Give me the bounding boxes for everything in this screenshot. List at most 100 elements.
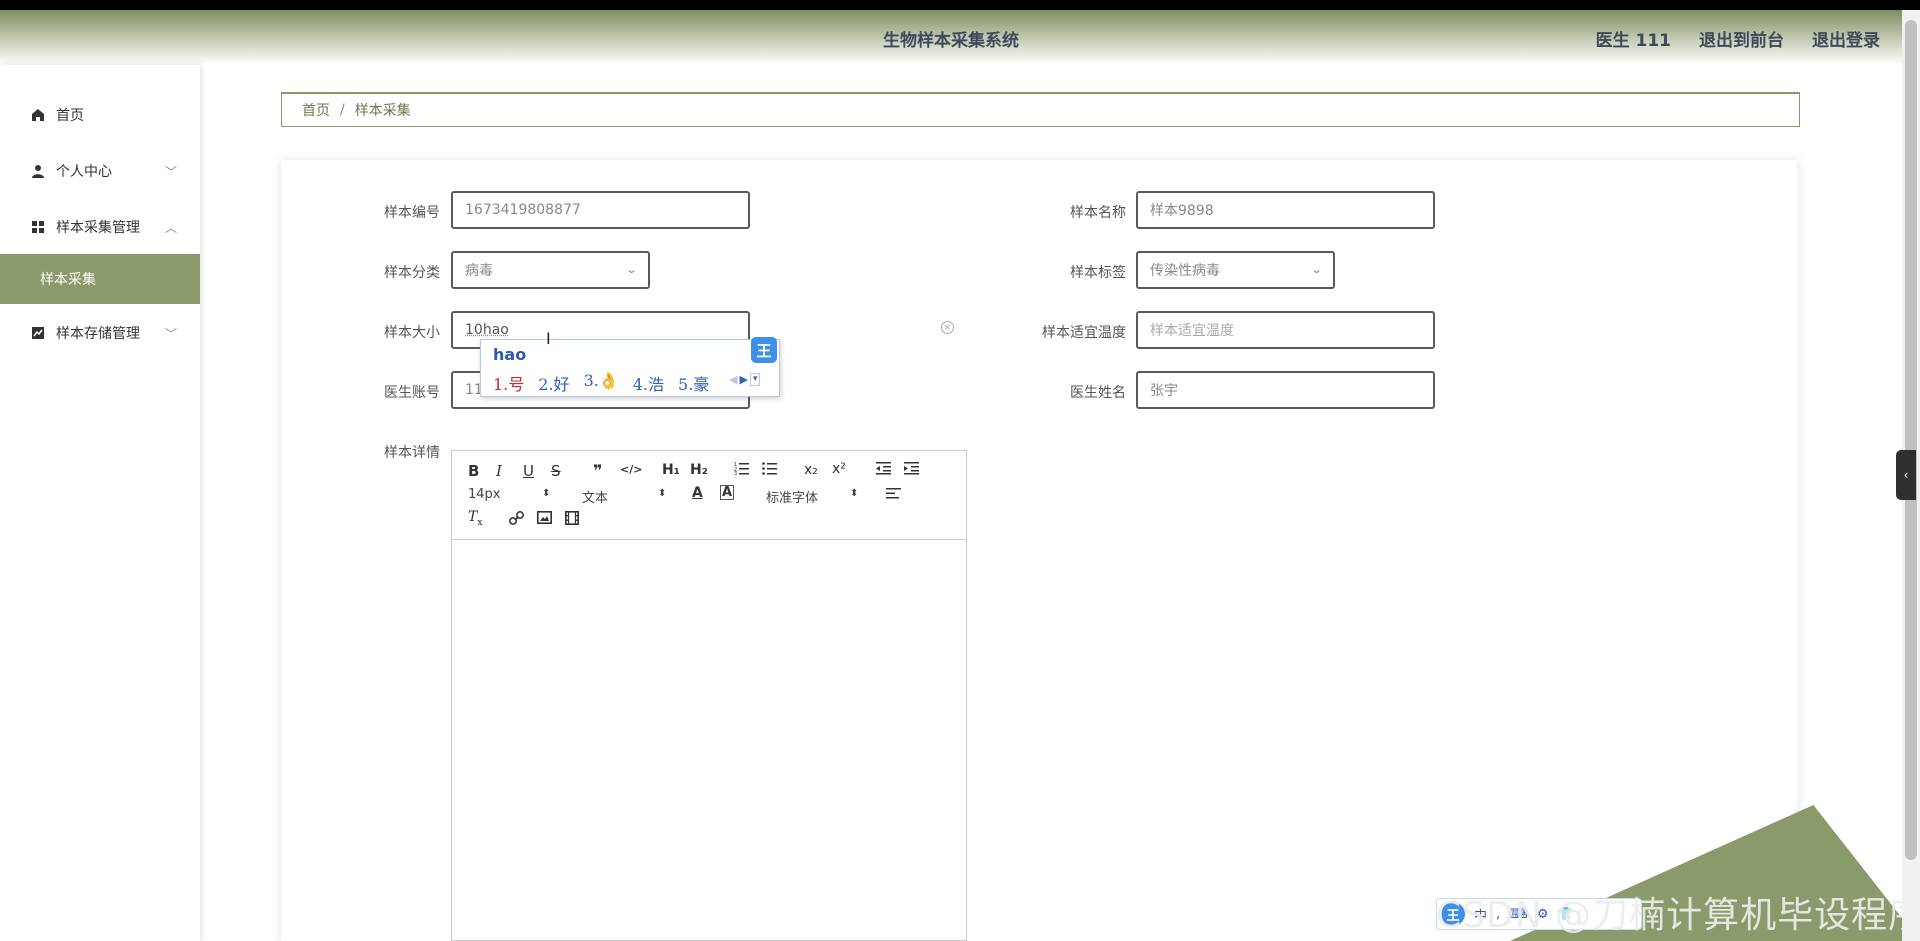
font-size-select[interactable]: 14px ⬍ [468,487,558,502]
doctor-name-input[interactable]: 张宇 [1136,371,1435,409]
user-name[interactable]: 医生 111 [1596,26,1671,51]
bold-button[interactable]: B [468,462,479,480]
sidebar: 首页 个人中心 ﹀ 样本采集管理 ︿ 样本采集 样本存储管理 ﹀ [0,65,200,941]
sample-tag-select[interactable]: 传染性病毒 ⌄ [1136,251,1335,289]
sample-temp-input[interactable]: 样本适宜温度 [1136,311,1435,349]
watermark: CSDN @刀楠计算机毕设程序 [1436,895,1920,936]
link-icon[interactable] [508,510,525,530]
sample-no-label: 样本编号 [384,205,440,221]
sidebar-item-label: 个人中心 [56,164,112,180]
sample-name-label: 样本名称 [1070,205,1126,221]
chevron-left-icon: ‹ [1903,468,1909,482]
chevron-down-icon: ﹀ [165,164,178,179]
sample-no-value: 1673419808877 [465,202,581,218]
blockquote-button[interactable]: ❞ [593,461,602,480]
paragraph-value: 文本 [582,491,609,506]
sample-temp-label: 样本适宜温度 [1042,325,1126,341]
ime-logo-icon: 王 [751,337,777,363]
ime-candidates: 1.号 2.好 3.👌 4.浩 5.豪 [493,371,709,395]
sample-size-value: 10hao [465,322,509,338]
sample-category-select[interactable]: 病毒 ⌄ [451,251,650,289]
image-icon[interactable] [537,511,552,528]
sample-temp-placeholder: 样本适宜温度 [1150,323,1234,339]
chevron-down-icon: ⌄ [1309,263,1323,276]
logout-link[interactable]: 退出登录 [1812,26,1880,51]
scrollbar-thumb[interactable] [1905,20,1917,860]
sidebar-item-label: 样本存储管理 [56,326,140,342]
indent-icon[interactable] [904,461,919,479]
sidebar-item-sample-storage[interactable]: 样本存储管理 ﹀ [0,313,200,353]
breadcrumb: 首页 / 样本采集 [281,92,1800,127]
editor-toolbar: B I U S ❞ </> H₁ H₂ 123 x₂ x² 14px ⬍ 文本 … [452,451,966,540]
ime-pinyin: hao [493,345,527,364]
sidebar-item-sample-collection[interactable]: 样本采集管理 ︿ [0,207,200,247]
chart-icon [30,325,46,341]
align-icon[interactable] [886,487,901,504]
header: 生物样本采集系统 医生 111 退出到前台 退出登录 [0,10,1902,65]
expand-icon[interactable]: ▾ [749,373,761,386]
header-links: 医生 111 退出到前台 退出登录 [1596,26,1880,51]
font-size-value: 14px [468,487,501,502]
code-button[interactable]: </> [620,463,642,476]
sidebar-item-label: 样本采集管理 [56,220,140,236]
sidebar-subitem-label: 样本采集 [40,272,96,288]
chevron-down-icon: ⌄ [624,263,638,276]
strike-button[interactable]: S [551,462,561,480]
ordered-list-icon[interactable]: 123 [734,461,749,479]
sample-size-label: 样本大小 [384,325,440,341]
doctor-name-value: 张宇 [1150,383,1178,399]
clear-format-icon[interactable]: Tx [468,509,482,528]
sidebar-item-label: 首页 [56,108,84,124]
updown-icon: ⬍ [542,488,551,499]
sample-tag-label: 样本标签 [1070,265,1126,281]
ime-candidate[interactable]: 3.👌 [584,371,619,395]
ime-candidate[interactable]: 5.豪 [678,371,709,395]
h1-button[interactable]: H₁ [662,462,680,478]
video-icon[interactable] [565,511,579,529]
user-icon [30,163,46,179]
grid-icon [30,219,46,235]
sidebar-item-personal[interactable]: 个人中心 ﹀ [0,151,200,191]
sidebar-item-home[interactable]: 首页 [0,95,200,135]
breadcrumb-home[interactable]: 首页 [302,100,330,120]
sample-no-input[interactable]: 1673419808877 [451,191,750,229]
clear-icon[interactable]: × [941,321,954,334]
ime-candidate[interactable]: 2.好 [538,371,569,395]
sample-detail-label: 样本详情 [384,445,440,461]
font-family-value: 标准字体 [766,491,819,506]
doctor-account-label: 医生账号 [384,385,440,401]
sample-category-value: 病毒 [465,263,493,279]
ime-candidate[interactable]: 4.浩 [633,371,664,395]
italic-button[interactable]: I [496,462,502,480]
sample-name-input[interactable]: 样本9898 [1136,191,1435,229]
prev-page-icon[interactable]: ◀ [729,373,737,386]
chevron-up-icon: ︿ [165,220,178,235]
ime-page-nav[interactable]: ◀ ▶ ▾ [729,373,761,386]
chevron-down-icon: ﹀ [165,326,178,341]
updown-icon: ⬍ [850,488,859,499]
next-page-icon[interactable]: ▶ [739,373,747,386]
subscript-button[interactable]: x₂ [804,462,818,478]
sample-name-value: 样本9898 [1150,203,1214,219]
superscript-button[interactable]: x² [832,461,846,477]
top-bar [0,0,1920,10]
breadcrumb-separator: / [340,102,345,118]
doctor-name-label: 医生姓名 [1070,385,1126,401]
outdent-icon[interactable] [876,461,891,479]
rich-text-editor[interactable]: B I U S ❞ </> H₁ H₂ 123 x₂ x² 14px ⬍ 文本 … [451,450,967,941]
bullet-list-icon[interactable] [762,461,777,479]
ime-candidate[interactable]: 1.号 [493,371,524,395]
exit-front-link[interactable]: 退出到前台 [1699,26,1784,51]
breadcrumb-current: 样本采集 [354,103,411,119]
sample-tag-value: 传染性病毒 [1150,263,1220,279]
paragraph-select[interactable]: 文本 ⬍ [582,487,672,506]
sidebar-subitem-sample-collect[interactable]: 样本采集 [0,254,200,304]
h2-button[interactable]: H₂ [690,462,708,478]
updown-icon: ⬍ [658,488,667,499]
home-icon [30,107,46,123]
background-color-icon[interactable]: A [720,485,735,500]
font-family-select[interactable]: 标准字体 ⬍ [766,487,866,506]
side-collapse-tab[interactable]: ‹ [1896,450,1916,500]
font-color-icon[interactable]: A [692,485,703,501]
underline-button[interactable]: U [523,462,534,480]
